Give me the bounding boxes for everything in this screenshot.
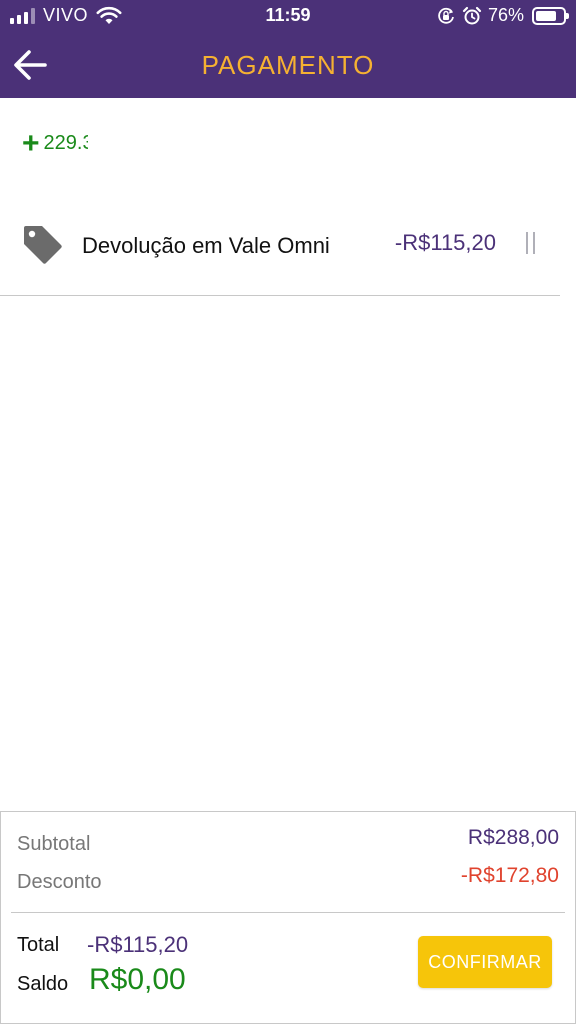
- total-label: Total: [17, 934, 60, 956]
- discount-value: -R$172,80: [460, 864, 559, 887]
- battery-level: [536, 10, 556, 21]
- total-value: -R$115,20: [87, 932, 189, 957]
- plus-sign: +: [22, 126, 40, 160]
- status-right: 76%: [436, 5, 569, 26]
- balance-value: R$0,00: [89, 963, 186, 996]
- page-title: PAGAMENTO: [201, 50, 375, 80]
- battery-percent: 76%: [487, 5, 524, 25]
- added-amount-value: 229.3: [43, 132, 88, 154]
- subtotal-value: R$288,00: [467, 826, 559, 849]
- app-bar: PAGAMENTO: [0, 32, 576, 98]
- discount-label: Desconto: [17, 871, 102, 893]
- alarm-icon: [462, 6, 482, 24]
- balance-label: Saldo: [17, 973, 69, 995]
- payment-row[interactable]: Devolução em Vale Omni -R$115,20: [0, 208, 560, 296]
- orientation-lock-icon: [438, 7, 454, 24]
- added-payment-amount[interactable]: + 229.3: [22, 126, 88, 160]
- drag-handle-icon[interactable]: [526, 232, 540, 254]
- subtotal-label: Subtotal: [17, 833, 91, 855]
- payment-amount: -R$115,20: [394, 230, 496, 255]
- confirm-button[interactable]: CONFIRMAR: [418, 936, 552, 988]
- summary-panel: Subtotal R$288,00 Desconto -R$172,80 Tot…: [0, 811, 576, 1024]
- status-bar: VIVO 11:59 76%: [0, 0, 576, 32]
- tag-icon: [24, 226, 62, 264]
- battery-icon: [532, 6, 569, 25]
- summary-divider: [11, 912, 565, 913]
- payment-label: Devolução em Vale Omni: [82, 233, 330, 258]
